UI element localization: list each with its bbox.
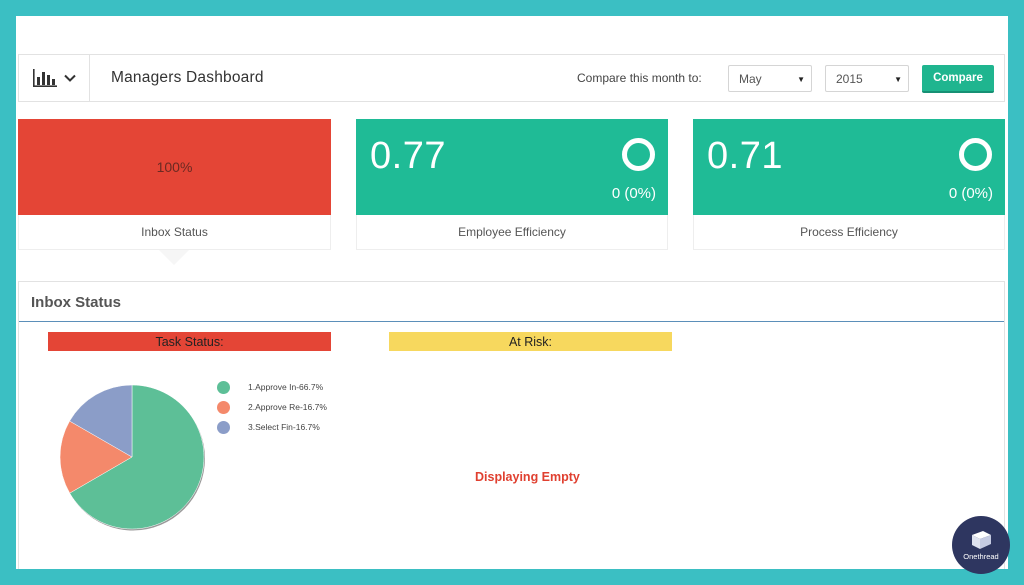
chart-menu-button[interactable] xyxy=(19,55,90,101)
process-efficiency-value: 0.71 xyxy=(707,135,783,177)
employee-efficiency-card[interactable]: 0.77 0 (0%) Employee Efficiency xyxy=(356,119,668,251)
ring-icon xyxy=(622,138,655,171)
inbox-status-value: 100% xyxy=(156,159,193,175)
employee-efficiency-change: 0 (0%) xyxy=(611,185,656,202)
logo-text: Onethread xyxy=(963,551,999,561)
legend-swatch xyxy=(217,380,230,394)
onethread-logo: Onethread xyxy=(952,516,1010,574)
process-efficiency-tile: 0.71 0 (0%) xyxy=(693,119,1005,215)
toolbar: Managers Dashboard Compare this month to… xyxy=(18,54,1005,102)
selected-pointer xyxy=(159,250,189,265)
legend-swatch xyxy=(217,400,230,414)
chevron-down-icon xyxy=(64,74,76,82)
legend-swatch xyxy=(217,420,230,434)
legend-label: 2.Approve Re-16.7% xyxy=(248,402,327,412)
cube-icon xyxy=(972,530,991,549)
inbox-status-panel: Inbox Status Task Status: At Risk: 1.App… xyxy=(18,281,1005,569)
process-efficiency-change: 0 (0%) xyxy=(948,185,993,202)
employee-efficiency-value: 0.77 xyxy=(370,135,446,177)
at-risk-header: At Risk: xyxy=(389,332,672,351)
at-risk-empty-message: Displaying Empty xyxy=(475,470,580,484)
inbox-status-label: Inbox Status xyxy=(18,215,331,250)
process-efficiency-label: Process Efficiency xyxy=(693,215,1005,250)
employee-efficiency-tile: 0.77 0 (0%) xyxy=(356,119,668,215)
caret-down-icon: ▼ xyxy=(894,75,902,84)
month-select[interactable]: May ▼ xyxy=(728,65,812,92)
legend-label: 3.Select Fin-16.7% xyxy=(248,422,320,432)
task-status-pie-chart xyxy=(59,384,205,531)
legend-item: 3.Select Fin-16.7% xyxy=(217,417,327,437)
legend-label: 1.Approve In-66.7% xyxy=(248,382,324,392)
process-efficiency-card[interactable]: 0.71 0 (0%) Process Efficiency xyxy=(693,119,1005,251)
panel-title: Inbox Status xyxy=(31,294,122,311)
compare-label: Compare this month to: xyxy=(577,71,702,85)
compare-button[interactable]: Compare xyxy=(922,65,994,93)
pie-legend: 1.Approve In-66.7% 2.Approve Re-16.7% 3.… xyxy=(217,377,327,437)
ring-icon xyxy=(959,138,992,171)
legend-item: 1.Approve In-66.7% xyxy=(217,377,327,397)
month-select-value: May xyxy=(739,72,762,86)
employee-efficiency-label: Employee Efficiency xyxy=(356,215,668,250)
panel-divider xyxy=(19,321,1004,322)
inbox-status-card[interactable]: 100% Inbox Status xyxy=(18,119,331,265)
dashboard-window: Managers Dashboard Compare this month to… xyxy=(16,16,1008,569)
bar-chart-icon xyxy=(32,68,58,88)
task-status-header: Task Status: xyxy=(48,332,331,351)
caret-down-icon: ▼ xyxy=(797,75,805,84)
page-title: Managers Dashboard xyxy=(111,69,264,86)
year-select[interactable]: 2015 ▼ xyxy=(825,65,909,92)
legend-item: 2.Approve Re-16.7% xyxy=(217,397,327,417)
year-select-value: 2015 xyxy=(836,72,863,86)
inbox-status-tile: 100% xyxy=(18,119,331,215)
